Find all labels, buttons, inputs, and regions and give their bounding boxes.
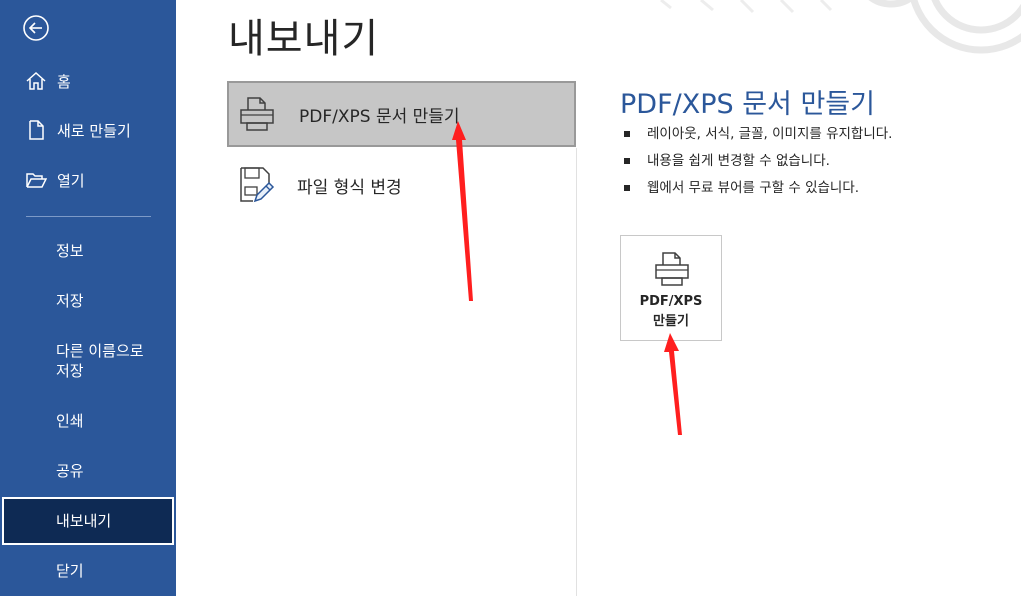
create-button-label: PDF/XPS 만들기 [639, 294, 703, 329]
page-title: 내보내기 [228, 16, 380, 62]
app-window: 홈 새로 만들기 열기 정보 저장 다른 이름으로 저장 인쇄 공유 내보내기 … [0, 0, 1021, 596]
sidebar-item-label: 홈 [57, 72, 71, 91]
bullet-square-icon [624, 157, 630, 164]
sidebar-item-export[interactable]: 내보내기 [2, 497, 174, 545]
sidebar-item-save-as[interactable]: 다른 이름으로 저장 [0, 341, 176, 381]
sidebar-item-close[interactable]: 닫기 [0, 561, 176, 581]
sidebar-item-new[interactable]: 새로 만들기 [0, 110, 176, 150]
option-label: PDF/XPS 문서 만들기 [299, 106, 460, 127]
sidebar-item-home[interactable]: 홈 [0, 61, 176, 101]
option-change-file-type[interactable]: 파일 형식 변경 [227, 152, 576, 218]
backstage-sidebar: 홈 새로 만들기 열기 정보 저장 다른 이름으로 저장 인쇄 공유 내보내기 … [0, 0, 176, 596]
list-item: 레이아웃, 서식, 글꼴, 이미지를 유지합니다. [624, 120, 892, 147]
back-button[interactable] [22, 14, 50, 42]
sidebar-item-label: 열기 [57, 171, 85, 190]
panel-divider [576, 148, 577, 596]
sidebar-item-save[interactable]: 저장 [0, 291, 176, 311]
sidebar-item-info[interactable]: 정보 [0, 241, 176, 261]
sidebar-item-share[interactable]: 공유 [0, 461, 176, 481]
annotation-arrow-2 [664, 333, 682, 435]
folder-open-icon [25, 169, 47, 191]
list-item: 내용을 쉽게 변경할 수 없습니다. [624, 147, 892, 174]
create-pdf-xps-button[interactable]: PDF/XPS 만들기 [620, 235, 722, 341]
option-label: 파일 형식 변경 [297, 177, 402, 198]
sidebar-item-label: 내보내기 [56, 512, 112, 530]
list-item: 웹에서 무료 뷰어를 구할 수 있습니다. [624, 174, 892, 201]
bullet-square-icon [624, 130, 630, 137]
new-document-icon [25, 119, 47, 141]
home-icon [25, 70, 47, 92]
decorative-circles [660, 0, 1021, 54]
detail-bullet-list: 레이아웃, 서식, 글꼴, 이미지를 유지합니다. 내용을 쉽게 변경할 수 없… [624, 120, 892, 201]
printer-icon [237, 93, 277, 135]
back-arrow-icon [23, 15, 49, 41]
option-create-pdf-xps[interactable]: PDF/XPS 문서 만들기 [227, 81, 576, 147]
sidebar-divider [26, 216, 151, 217]
file-convert-icon [235, 164, 275, 206]
sidebar-item-print[interactable]: 인쇄 [0, 411, 176, 431]
sidebar-item-label: 새로 만들기 [57, 121, 131, 140]
sidebar-item-open[interactable]: 열기 [0, 160, 176, 200]
printer-icon [655, 252, 689, 286]
detail-title: PDF/XPS 문서 만들기 [620, 89, 875, 120]
bullet-square-icon [624, 184, 630, 191]
